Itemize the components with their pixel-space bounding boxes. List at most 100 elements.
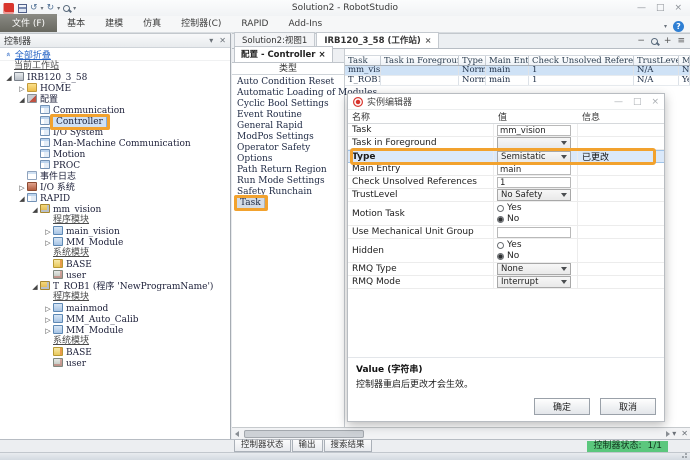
tree-row-motion[interactable]: Motion <box>0 149 230 160</box>
expanded-expander-icon[interactable]: ◢ <box>17 95 27 106</box>
doc-tab-close-icon[interactable]: × <box>425 36 432 45</box>
output-pane-close-icon[interactable]: ✕ <box>681 429 688 438</box>
type-item-task[interactable]: Task <box>232 198 344 209</box>
type-select[interactable]: Semistatic <box>497 151 571 163</box>
tree-row-proc[interactable]: PROC <box>0 160 230 171</box>
view-zoom-in-icon[interactable]: + <box>664 36 672 46</box>
collapse-all-link[interactable]: 全部折叠 <box>15 48 51 61</box>
tree-row-item[interactable]: 程序模块 <box>0 292 230 303</box>
output-pane-pin-icon[interactable]: ▾ <box>672 429 676 438</box>
tree-row-item[interactable]: 系统模块 <box>0 336 230 347</box>
type-item-modpos-settings[interactable]: ModPos Settings <box>232 132 344 143</box>
bottom-tab-item[interactable]: 输出 <box>292 440 323 452</box>
column-header-type[interactable]: Type <box>459 56 486 65</box>
type-item-automatic-loading-of-modules[interactable]: Automatic Loading of Modules <box>232 88 344 99</box>
tree-row-i-o-system[interactable]: I/O System <box>0 127 230 138</box>
task-input[interactable]: mm_vision <box>497 125 571 136</box>
tree-row-mm-module[interactable]: ▷MM_Module <box>0 325 230 336</box>
task-in-foreground-select[interactable] <box>497 137 571 149</box>
maximize-button[interactable]: □ <box>656 3 665 13</box>
tree-row-base[interactable]: BASE <box>0 259 230 270</box>
tree-row-user[interactable]: user <box>0 270 230 281</box>
panel-pin-icon[interactable]: ▾ <box>209 36 213 45</box>
doc-tab-irb120-3-58[interactable]: IRB120_3_58 (工作站)× <box>316 32 439 48</box>
tree-row-communication[interactable]: Communication <box>0 105 230 116</box>
view-list-icon[interactable]: ≡ <box>677 36 685 46</box>
ribbon-tab-item[interactable]: 基本 <box>57 14 95 32</box>
ribbon-tab-rapid[interactable]: RAPID <box>231 17 278 32</box>
ribbon-tab-f[interactable]: 文件 (F) <box>0 14 57 32</box>
type-item-cyclic-bool-settings[interactable]: Cyclic Bool Settings <box>232 99 344 110</box>
bottom-tab-item[interactable]: 控制器状态 <box>234 440 291 452</box>
column-header-main-entry[interactable]: Main Entry <box>486 56 529 65</box>
tree-row-base[interactable]: BASE <box>0 347 230 358</box>
resize-grip[interactable] <box>682 452 688 458</box>
ribbon-tab-c[interactable]: 控制器(C) <box>171 14 231 32</box>
tree-row-mm-module[interactable]: ▷MM_Module <box>0 237 230 248</box>
tree-row-controller[interactable]: Controller <box>0 116 230 127</box>
ribbon-tab-item[interactable]: 仿真 <box>133 14 171 32</box>
column-header-trustlevel[interactable]: TrustLevel <box>634 56 679 65</box>
hidden-radio-yes[interactable]: Yes <box>497 240 522 251</box>
type-item-auto-condition-reset[interactable]: Auto Condition Reset <box>232 77 344 88</box>
tree-row-item[interactable]: 程序模块 <box>0 215 230 226</box>
type-item-run-mode-settings[interactable]: Run Mode Settings <box>232 176 344 187</box>
scroll-left-icon[interactable] <box>235 431 239 437</box>
dialog-close-button[interactable]: × <box>651 97 659 107</box>
type-item-options[interactable]: Options <box>232 154 344 165</box>
view-zoom-out-icon[interactable]: − <box>637 36 645 46</box>
help-icon[interactable]: ? <box>673 21 684 32</box>
cancel-button[interactable]: 取消 <box>600 398 656 415</box>
minimize-button[interactable]: — <box>637 3 646 13</box>
motion-task-radio-yes[interactable]: Yes <box>497 203 522 214</box>
tree-row-rapid[interactable]: ◢RAPID <box>0 193 230 204</box>
hidden-radio-no[interactable]: No <box>497 251 519 262</box>
tab-close-icon[interactable]: × <box>318 50 325 60</box>
tree-row-mm-auto-calib[interactable]: ▷MM_Auto_Calib <box>0 314 230 325</box>
tree-row-mainmod[interactable]: ▷mainmod <box>0 303 230 314</box>
tree-row-item[interactable]: 系统模块 <box>0 248 230 259</box>
ok-button[interactable]: 确定 <box>534 398 590 415</box>
expanded-expander-icon[interactable]: ◢ <box>30 282 40 293</box>
type-item-event-routine[interactable]: Event Routine <box>232 110 344 121</box>
rmq-type-select[interactable]: None <box>497 263 571 275</box>
table-row-mm-vision[interactable]: mm_visionNormalmain1N/ANo <box>345 66 690 76</box>
dialog-maximize-button[interactable]: □ <box>633 97 642 107</box>
panel-close-icon[interactable]: ✕ <box>219 36 226 45</box>
column-header-motion-task[interactable]: Motion Task <box>679 56 690 65</box>
tree-row-item[interactable]: ◢配置 <box>0 94 230 105</box>
close-button[interactable]: × <box>674 3 682 13</box>
scrollbar-thumb[interactable] <box>244 430 364 438</box>
type-item-operator-safety[interactable]: Operator Safety <box>232 143 344 154</box>
type-item-safety-runchain[interactable]: Safety Runchain <box>232 187 344 198</box>
view-search-icon[interactable] <box>651 38 658 45</box>
type-item-path-return-region[interactable]: Path Return Region <box>232 165 344 176</box>
ribbon-minimize-icon[interactable]: ▾ <box>664 23 667 30</box>
tree-row-main-vision[interactable]: ▷main_vision <box>0 226 230 237</box>
tree-row-item[interactable]: 事件日志 <box>0 171 230 182</box>
tree-row-irb120-3-58[interactable]: ◢IRB120_3_58 <box>0 72 230 83</box>
bottom-tab-item[interactable]: 搜索结果 <box>324 440 372 452</box>
motion-task-radio-no[interactable]: No <box>497 214 519 225</box>
column-header-task-in-foreground[interactable]: Task in Foreground <box>381 56 459 65</box>
use-mechanical-unit-group-input[interactable] <box>497 227 571 238</box>
tree-row-man-machine-communication[interactable]: Man-Machine Communication <box>0 138 230 149</box>
check-unsolved-references-input[interactable]: 1 <box>497 177 571 188</box>
type-item-general-rapid[interactable]: General Rapid <box>232 121 344 132</box>
rmq-mode-select[interactable]: Interrupt <box>497 276 571 288</box>
ribbon-tab-item[interactable]: 建模 <box>95 14 133 32</box>
tree-row-t-rob1-newprogramname[interactable]: ◢T_ROB1 (程序 'NewProgramName') <box>0 281 230 292</box>
expanded-expander-icon[interactable]: ◢ <box>30 205 40 216</box>
tree-row-home[interactable]: ▷HOME <box>0 83 230 94</box>
expanded-expander-icon[interactable]: ◢ <box>4 73 14 84</box>
expanded-expander-icon[interactable]: ◢ <box>17 194 27 205</box>
tree-row-i-o[interactable]: ▷I/O 系统 <box>0 182 230 193</box>
horizontal-scrollbar[interactable]: ▾ ✕ <box>232 427 690 439</box>
tab-config-controller[interactable]: 配置 - Controller × <box>234 46 333 62</box>
column-header-check-unsolved-references[interactable]: Check Unsolved References <box>529 56 634 65</box>
tree-row-item[interactable]: 当前工作站 <box>0 61 230 72</box>
dialog-minimize-button[interactable]: — <box>614 97 623 107</box>
trustlevel-select[interactable]: No Safety <box>497 189 571 201</box>
scroll-right-icon[interactable] <box>666 431 670 437</box>
tree-row-mm-vision[interactable]: ◢mm_vision <box>0 204 230 215</box>
